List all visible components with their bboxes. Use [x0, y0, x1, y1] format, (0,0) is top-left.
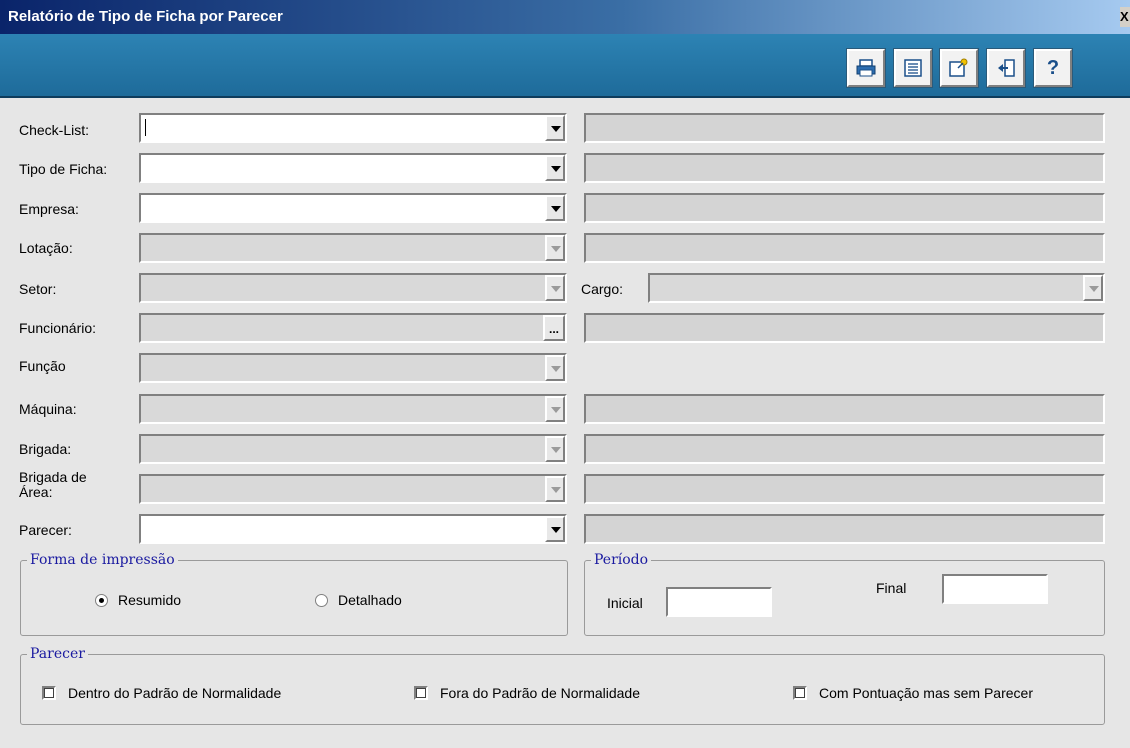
empresa-combo[interactable] [139, 193, 567, 223]
window-title: Relatório de Tipo de Ficha por Parecer [8, 8, 283, 25]
exit-door-icon [998, 59, 1015, 77]
radio-detalhado-label: Detalhado [338, 592, 402, 608]
help-button[interactable]: ? [1033, 48, 1073, 88]
empresa-dropdown-button[interactable] [545, 195, 565, 221]
edit-note-button[interactable] [939, 48, 979, 88]
brigada-area-label-line1: Brigada de [19, 469, 87, 485]
parecer-combo[interactable] [139, 514, 567, 544]
parecer-group-legend: Parecer [30, 646, 85, 662]
cargo-label: Cargo: [581, 281, 624, 297]
brigada-label: Brigada: [19, 441, 72, 457]
brigada-combo[interactable] [139, 434, 567, 464]
parecer-description [584, 514, 1105, 544]
report-list-button[interactable] [893, 48, 933, 88]
printer-icon [856, 59, 876, 77]
funcionario-search-button[interactable]: ... [543, 315, 565, 341]
brigada-area-description [584, 474, 1105, 504]
setor-label: Setor: [19, 281, 57, 297]
report-list-icon [904, 59, 922, 77]
checkbox-box[interactable] [414, 686, 428, 700]
maquina-description [584, 394, 1105, 424]
parecer-dropdown-button[interactable] [545, 516, 565, 542]
funcionario-label: Funcionário: [19, 320, 97, 336]
tipo-ficha-description [584, 153, 1105, 183]
tipo-ficha-dropdown-button[interactable] [545, 155, 565, 181]
edit-note-icon [949, 58, 968, 77]
brigada-dropdown-button[interactable] [545, 436, 565, 462]
empresa-label: Empresa: [19, 201, 79, 217]
checkbox-dentro-padrao[interactable]: Dentro do Padrão de Normalidade [42, 685, 281, 701]
funcao-dropdown-button[interactable] [545, 355, 565, 381]
checklist-dropdown-button[interactable] [545, 115, 565, 141]
checkbox-pontuacao-sem-parecer[interactable]: Com Pontuação mas sem Parecer [793, 685, 1033, 701]
periodo-final-label: Final [876, 580, 907, 596]
radio-circle-selected[interactable] [95, 593, 108, 607]
lotacao-description [584, 233, 1105, 263]
radio-circle[interactable] [315, 593, 328, 607]
radio-detalhado[interactable]: Detalhado [315, 592, 402, 608]
checklist-combo[interactable] [139, 113, 567, 143]
periodo-final-input[interactable] [942, 574, 1048, 604]
brigada-area-label-line2: Área: [19, 484, 53, 500]
checkbox-fora-padrao-label: Fora do Padrão de Normalidade [440, 685, 641, 701]
checkbox-box[interactable] [42, 686, 56, 700]
funcao-combo[interactable] [139, 353, 567, 383]
maquina-label: Máquina: [19, 401, 77, 417]
forma-impressao-legend: Forma de impressão [30, 552, 175, 568]
cargo-dropdown-button[interactable] [1083, 275, 1103, 301]
close-icon[interactable]: X [1120, 7, 1130, 27]
toolbar: ? [0, 34, 1130, 98]
checkbox-box[interactable] [793, 686, 807, 700]
brigada-area-combo[interactable] [139, 474, 567, 504]
periodo-inicial-label: Inicial [607, 595, 643, 611]
help-icon: ? [1046, 56, 1060, 79]
periodo-legend: Período [594, 552, 649, 568]
radio-resumido[interactable]: Resumido [95, 592, 181, 608]
brigada-description [584, 434, 1105, 464]
funcionario-description [584, 313, 1105, 343]
lotacao-combo[interactable] [139, 233, 567, 263]
checklist-label: Check-List: [19, 122, 90, 138]
print-button[interactable] [846, 48, 886, 88]
funcionario-field[interactable]: ... [139, 313, 567, 343]
periodo-inicial-input[interactable] [666, 587, 772, 617]
tipo-ficha-combo[interactable] [139, 153, 567, 183]
lotacao-label: Lotação: [19, 240, 73, 256]
maquina-dropdown-button[interactable] [545, 396, 565, 422]
parecer-label: Parecer: [19, 522, 72, 538]
setor-combo[interactable] [139, 273, 567, 303]
maquina-combo[interactable] [139, 394, 567, 424]
lotacao-dropdown-button[interactable] [545, 235, 565, 261]
checklist-description [584, 113, 1105, 143]
radio-resumido-label: Resumido [118, 592, 182, 608]
tipo-ficha-label: Tipo de Ficha: [19, 161, 108, 177]
checkbox-dentro-padrao-label: Dentro do Padrão de Normalidade [68, 685, 282, 701]
window-titlebar: Relatório de Tipo de Ficha por Parecer X [0, 0, 1130, 34]
brigada-area-dropdown-button[interactable] [545, 476, 565, 502]
text-caret [145, 119, 146, 136]
checkbox-fora-padrao[interactable]: Fora do Padrão de Normalidade [414, 685, 640, 701]
funcao-label: Função [19, 358, 66, 374]
brigada-area-label: Brigada de Área: [19, 470, 87, 500]
empresa-description [584, 193, 1105, 223]
cargo-combo[interactable] [648, 273, 1105, 303]
checkbox-pontuacao-sem-parecer-label: Com Pontuação mas sem Parecer [819, 685, 1033, 701]
setor-dropdown-button[interactable] [545, 275, 565, 301]
exit-button[interactable] [986, 48, 1026, 88]
